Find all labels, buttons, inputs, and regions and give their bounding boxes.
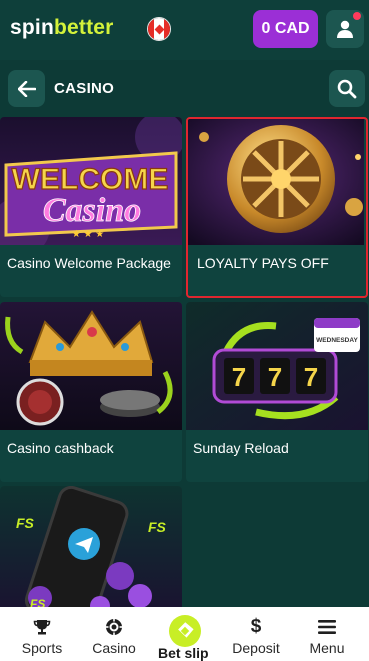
nav-casino[interactable]: Casino — [79, 607, 149, 661]
promo-image-welcome: WELCOME Casino ★ ★ ★ — [0, 117, 182, 245]
dollar-icon: $ — [250, 616, 262, 637]
back-button[interactable] — [8, 70, 45, 107]
nav-casino-label: Casino — [92, 640, 136, 656]
nav-deposit-label: Deposit — [232, 640, 280, 656]
nav-menu[interactable]: Menu — [292, 607, 362, 661]
promo-card-loyalty[interactable]: LOYALTY PAYS OFF — [186, 117, 368, 298]
promo-image-cashback — [0, 302, 182, 430]
promo-label: Casino Welcome Package — [7, 255, 171, 271]
casino-image-text: Casino — [43, 192, 141, 229]
page-title: CASINO — [54, 80, 115, 97]
promo-label: LOYALTY PAYS OFF — [197, 255, 329, 271]
calendar-image-text: WEDNESDAY — [316, 337, 358, 344]
promo-image-sunday-reload: 7 7 7 WEDNESDAY — [186, 302, 368, 430]
hamburger-icon — [318, 620, 336, 634]
svg-text:7: 7 — [232, 362, 246, 392]
svg-text:7: 7 — [304, 362, 318, 392]
nav-deposit[interactable]: $ Deposit — [221, 607, 291, 661]
promo-label: Sunday Reload — [193, 440, 289, 456]
nav-sports[interactable]: Sports — [7, 607, 77, 661]
user-profile-button[interactable] — [326, 10, 364, 48]
promo-label: Casino cashback — [7, 440, 114, 456]
user-icon — [337, 20, 353, 38]
svg-text:★ ★ ★: ★ ★ ★ — [72, 229, 104, 240]
casino-chip-icon — [106, 619, 122, 635]
fs-image-text-2: FS — [148, 519, 167, 535]
balance-button[interactable]: 0 CAD — [253, 10, 318, 48]
logo-text-spin: spin — [10, 16, 54, 39]
logo-text-better: better — [53, 16, 114, 39]
promo-card-cashback[interactable]: Casino cashback — [0, 302, 182, 482]
svg-text:7: 7 — [268, 362, 282, 392]
nav-sports-label: Sports — [21, 640, 63, 656]
promo-image-free-spins: FS FS FS — [0, 486, 182, 614]
ticket-icon — [178, 622, 194, 638]
promo-card-sunday-reload[interactable]: 7 7 7 WEDNESDAY Sunday Reload — [186, 302, 368, 482]
search-button[interactable] — [329, 70, 365, 107]
bet-slip-circle[interactable] — [169, 615, 201, 647]
notification-dot — [353, 12, 361, 20]
arrow-left-icon — [17, 80, 36, 97]
promo-card-free-spins[interactable]: FS FS FS — [0, 486, 182, 616]
trophy-icon — [33, 620, 51, 635]
fs-image-text-1: FS — [16, 515, 35, 531]
canada-flag-icon[interactable] — [147, 17, 171, 41]
search-icon — [337, 79, 357, 98]
promo-image-loyalty — [188, 119, 364, 245]
promo-card-welcome[interactable]: WELCOME Casino ★ ★ ★ Casino Welcome Pack… — [0, 117, 182, 297]
nav-menu-label: Menu — [309, 640, 345, 656]
spinbetter-logo[interactable]: spinbetter — [10, 16, 114, 40]
nav-bet-slip-label: Bet slip — [158, 645, 209, 661]
